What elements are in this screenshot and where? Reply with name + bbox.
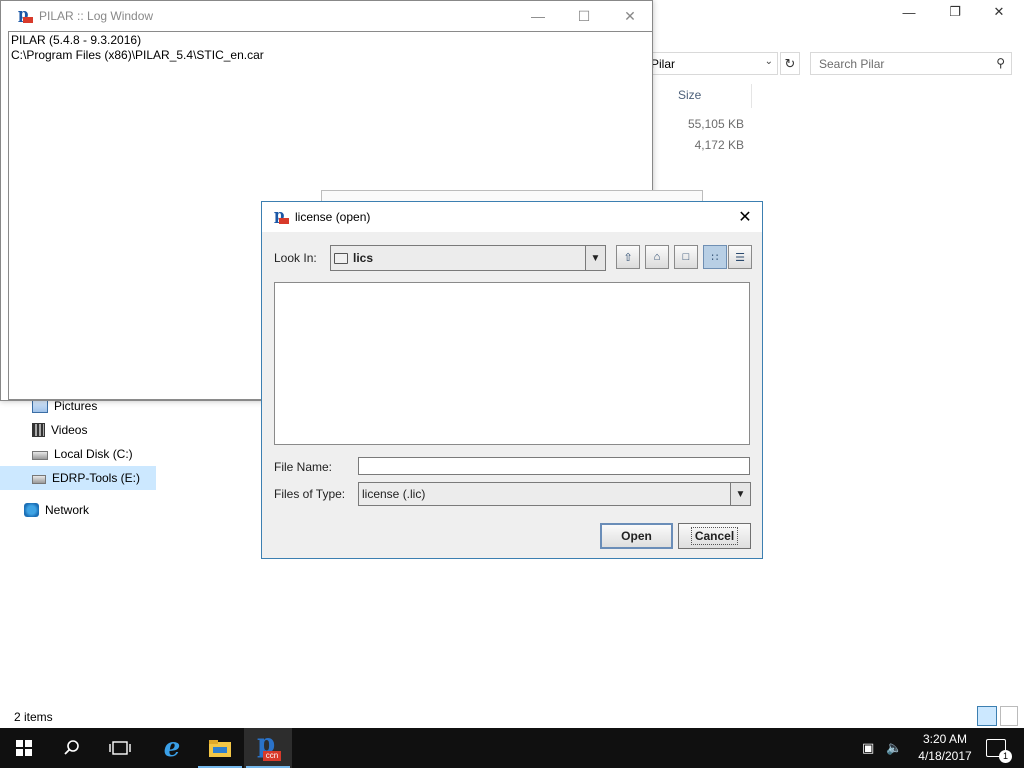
nav-item-label: Local Disk (C:)	[54, 447, 133, 461]
chevron-down-icon[interactable]: ▼	[585, 246, 605, 270]
details-view-icon: ☰	[735, 251, 745, 264]
address-text: Pilar	[651, 57, 676, 71]
search-button[interactable]	[48, 728, 96, 768]
pilar-app-icon: p ccn	[255, 729, 281, 761]
pilar-app-icon: p	[273, 206, 289, 225]
nav-item-edrp-tools[interactable]: EDRP-Tools (E:)	[0, 466, 156, 490]
dialog-titlebar[interactable]: p license (open)	[262, 202, 762, 232]
search-input[interactable]: Search Pilar ⚲	[810, 52, 1012, 75]
column-header-size[interactable]: Size	[670, 84, 752, 108]
log-minimize-button[interactable]: —	[515, 1, 561, 31]
log-maximize-button[interactable]: ☐	[561, 1, 607, 31]
chevron-down-icon[interactable]: ▼	[730, 483, 750, 505]
refresh-icon: ↻	[784, 55, 796, 71]
volume-muted-icon[interactable]: 🔈	[886, 740, 902, 756]
network-status-icon[interactable]: ▣	[862, 740, 874, 756]
file-size-cell: 55,105 KB	[687, 117, 744, 131]
task-view-button[interactable]	[96, 728, 144, 768]
look-in-value: lics	[353, 251, 374, 265]
notification-count: 1	[999, 750, 1012, 763]
start-button[interactable]	[0, 728, 48, 768]
internet-explorer-button[interactable]: e	[148, 728, 196, 768]
network-icon	[24, 503, 39, 517]
nav-item-local-disk[interactable]: Local Disk (C:)	[30, 443, 156, 465]
search-icon	[64, 740, 79, 755]
nav-item-label: Pictures	[54, 399, 98, 413]
details-view-button[interactable]: ☰	[728, 245, 752, 269]
explorer-restore-button[interactable]: ❐	[932, 0, 978, 24]
pilar-taskbar-button[interactable]: p ccn	[244, 728, 292, 768]
log-close-button[interactable]: ✕	[607, 1, 653, 31]
file-name-label: File Name:	[274, 460, 333, 474]
look-in-select[interactable]: lics ▼	[330, 245, 606, 271]
open-button-label: Open	[621, 529, 652, 543]
task-view-icon	[109, 741, 131, 755]
address-bar[interactable]: Pilar ⌄	[644, 52, 778, 75]
new-folder-icon: □	[682, 251, 690, 263]
notification-icon: 1	[986, 739, 1012, 763]
home-button[interactable]: ⌂	[645, 245, 669, 269]
look-in-label: Look In:	[274, 251, 317, 265]
new-folder-button[interactable]: □	[674, 245, 698, 269]
nav-item-label: Network	[45, 503, 90, 517]
nav-item-videos[interactable]: Videos	[30, 419, 156, 441]
internet-explorer-icon: e	[163, 733, 181, 763]
folder-icon	[334, 252, 348, 264]
file-size-cell: 4,172 KB	[694, 138, 744, 152]
large-icons-view-button[interactable]	[1000, 706, 1018, 726]
open-button[interactable]: Open	[600, 523, 673, 549]
clock-date: 4/18/2017	[918, 749, 972, 763]
details-view-button[interactable]	[977, 706, 997, 726]
nav-item-label: EDRP-Tools (E:)	[52, 471, 141, 485]
search-icon: ⚲	[996, 56, 1005, 70]
files-of-type-label: Files of Type:	[274, 487, 346, 501]
search-placeholder: Search Pilar	[819, 57, 885, 71]
chevron-down-icon[interactable]: ⌄	[765, 56, 773, 67]
dialog-close-button[interactable]: ✕	[728, 202, 762, 232]
pictures-icon	[32, 399, 48, 413]
videos-icon	[32, 423, 45, 437]
license-open-dialog: p license (open) ✕ Look In: lics ▼ ⇧ ⌂ □…	[261, 201, 763, 559]
app-badge: ccn	[263, 751, 281, 761]
action-center-button[interactable]: 1	[976, 728, 1016, 768]
files-of-type-select[interactable]: license (.lic) ▼	[358, 482, 751, 506]
file-name-field[interactable]	[358, 457, 750, 475]
folder-up-icon: ⇧	[623, 251, 633, 264]
clock-time: 3:20 AM	[922, 732, 968, 746]
nav-item-label: Videos	[51, 423, 88, 437]
nav-item-network[interactable]: Network	[22, 499, 156, 521]
refresh-button[interactable]: ↻	[780, 52, 800, 75]
up-one-level-button[interactable]: ⇧	[616, 245, 640, 269]
pilar-app-icon: p	[17, 5, 33, 24]
system-clock[interactable]: 3:20 AM 4/18/2017	[910, 731, 980, 765]
explorer-close-button[interactable]: ✕	[976, 0, 1022, 24]
list-view-button[interactable]: ∷	[703, 245, 727, 269]
cancel-button[interactable]: Cancel	[678, 523, 751, 549]
status-item-count: 2 items	[14, 710, 53, 724]
log-line: PILAR (5.4.8 - 9.3.2016)	[11, 33, 142, 47]
home-icon: ⌂	[653, 251, 661, 263]
log-line: C:\Program Files (x86)\PILAR_5.4\STIC_en…	[11, 48, 264, 62]
file-explorer-button[interactable]	[196, 728, 244, 768]
network-drive-icon	[32, 475, 46, 484]
cancel-button-label: Cancel	[690, 527, 739, 545]
close-icon: ✕	[738, 209, 752, 226]
folder-icon	[209, 740, 231, 757]
taskbar: e p ccn ▣ 🔈 3:20 AM 4/18/2017 1	[0, 728, 1024, 768]
list-view-icon: ∷	[711, 251, 719, 264]
dialog-title: license (open)	[295, 210, 371, 224]
drive-icon	[32, 451, 48, 460]
file-list[interactable]	[274, 282, 750, 445]
explorer-minimize-button[interactable]: —	[886, 0, 932, 24]
files-of-type-value: license (.lic)	[362, 487, 426, 501]
windows-logo-icon	[16, 740, 32, 756]
log-window-title: PILAR :: Log Window	[39, 9, 154, 23]
